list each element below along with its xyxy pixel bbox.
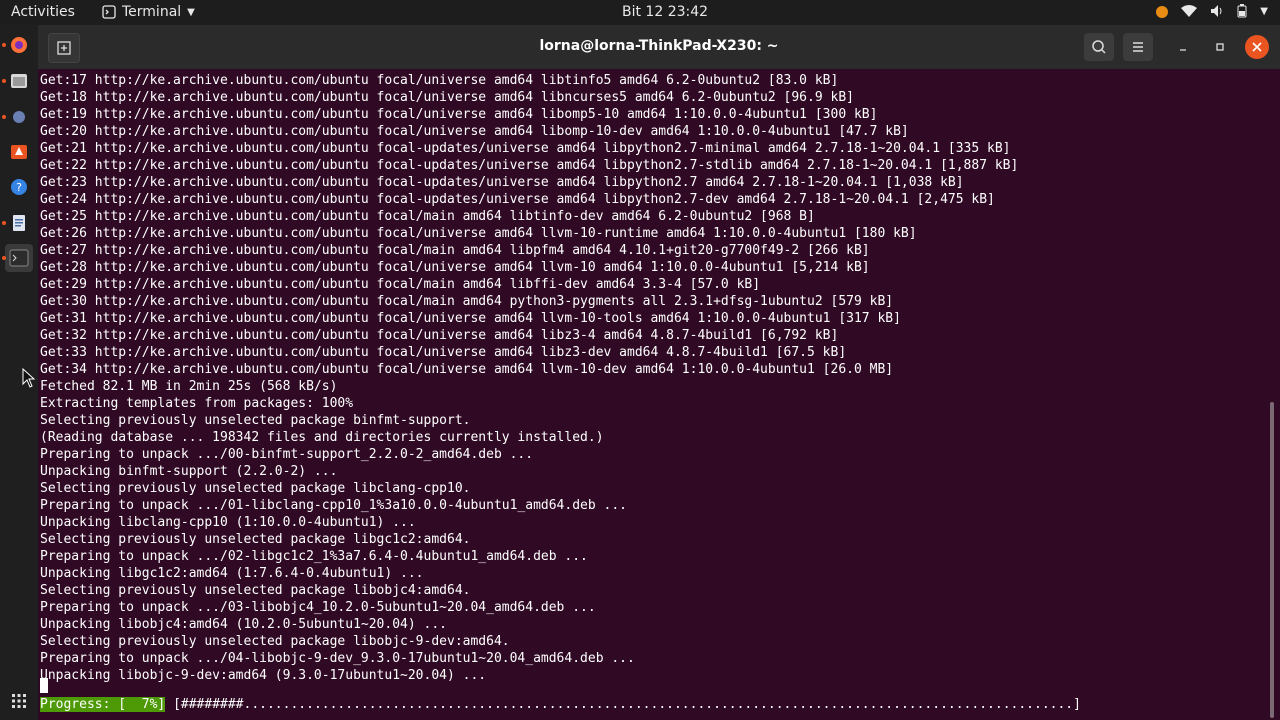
terminal-line: Selecting previously unselected package … (40, 481, 471, 496)
chevron-down-icon: ▼ (187, 6, 195, 18)
battery-icon (1237, 4, 1247, 18)
terminal-line: Get:26 http://ke.archive.ubuntu.com/ubun… (40, 226, 917, 241)
hamburger-menu-icon (1133, 42, 1143, 52)
mouse-pointer-icon (22, 368, 36, 388)
running-indicator (2, 79, 6, 83)
top-bar: Activities Terminal ▼ Bit 12 23:42 ▼ (0, 0, 1280, 25)
progress-line: Progress: [ 7%] [########...............… (40, 696, 1081, 713)
terminal-line: Preparing to unpack .../00-binfmt-suppor… (40, 447, 534, 462)
terminal-line: Get:31 http://ke.archive.ubuntu.com/ubun… (40, 311, 901, 326)
terminal-window: lorna@lorna-ThinkPad-X230: ~ Get:17 http… (38, 25, 1280, 720)
terminal-line: Preparing to unpack .../02-libgc1c2_1%3a… (40, 549, 588, 564)
terminal-line: Fetched 82.1 MB in 2min 25s (568 kB/s) (40, 379, 338, 394)
document-viewer-icon[interactable] (9, 213, 29, 233)
terminal-line: Unpacking binfmt-support (2.2.0-2) ... (40, 464, 338, 479)
text-cursor (40, 678, 48, 693)
firefox-icon[interactable] (9, 35, 29, 55)
close-button[interactable] (1245, 35, 1269, 59)
menu-button[interactable] (1123, 33, 1153, 61)
system-tray[interactable]: ▼ (1156, 4, 1268, 18)
terminal-line: Selecting previously unselected package … (40, 532, 471, 547)
maximize-icon (1216, 43, 1224, 51)
help-icon[interactable]: ? (9, 177, 29, 197)
running-indicator (2, 43, 6, 47)
close-icon (1252, 42, 1262, 52)
terminal-line: Unpacking libobjc-9-dev:amd64 (9.3.0-17u… (40, 668, 487, 683)
terminal-line: Get:18 http://ke.archive.ubuntu.com/ubun… (40, 90, 854, 105)
progress-label: Progress: [ 7%] (40, 697, 166, 712)
wifi-icon (1181, 5, 1198, 17)
running-indicator (2, 221, 6, 225)
terminal-line: Get:23 http://ke.archive.ubuntu.com/ubun… (40, 175, 964, 190)
transmission-icon[interactable] (9, 107, 29, 127)
terminal-line: Get:19 http://ke.archive.ubuntu.com/ubun… (40, 107, 878, 122)
terminal-line: Get:29 http://ke.archive.ubuntu.com/ubun… (40, 277, 761, 292)
terminal-line: Get:17 http://ke.archive.ubuntu.com/ubun… (40, 73, 839, 88)
files-icon[interactable] (9, 71, 29, 91)
search-button[interactable] (1084, 33, 1114, 61)
terminal-line: Get:27 http://ke.archive.ubuntu.com/ubun… (40, 243, 870, 258)
terminal-line: Selecting previously unselected package … (40, 583, 471, 598)
search-icon (1092, 40, 1106, 54)
app-menu[interactable]: Terminal ▼ (102, 4, 195, 20)
terminal-line: Get:25 http://ke.archive.ubuntu.com/ubun… (40, 209, 815, 224)
terminal-lines: Get:17 http://ke.archive.ubuntu.com/ubun… (40, 72, 1018, 684)
terminal-app-icon (102, 5, 116, 19)
terminal-output[interactable]: Get:17 http://ke.archive.ubuntu.com/ubun… (38, 69, 1280, 720)
notification-indicator-icon (1156, 6, 1169, 18)
terminal-line: Preparing to unpack .../04-libobjc-9-dev… (40, 651, 635, 666)
progress-bar-text: [########...............................… (173, 697, 1081, 712)
terminal-line: Get:32 http://ke.archive.ubuntu.com/ubun… (40, 328, 839, 343)
terminal-line: Selecting previously unselected package … (40, 413, 471, 428)
terminal-line: Unpacking libgc1c2:amd64 (1:7.6.4-0.4ubu… (40, 566, 424, 581)
title-bar[interactable]: lorna@lorna-ThinkPad-X230: ~ (38, 25, 1280, 69)
terminal-line: Unpacking libclang-cpp10 (1:10.0.0-4ubun… (40, 515, 416, 530)
minimize-button[interactable] (1168, 33, 1198, 61)
running-indicator (2, 256, 6, 260)
terminal-line: Preparing to unpack .../03-libobjc4_10.2… (40, 600, 596, 615)
terminal-line: Get:34 http://ke.archive.ubuntu.com/ubun… (40, 362, 894, 377)
terminal-line: Get:33 http://ke.archive.ubuntu.com/ubun… (40, 345, 847, 360)
chevron-down-icon: ▼ (1260, 5, 1268, 17)
terminal-line: Get:28 http://ke.archive.ubuntu.com/ubun… (40, 260, 870, 275)
show-applications-icon[interactable] (12, 694, 26, 708)
terminal-line: Selecting previously unselected package … (40, 634, 510, 649)
running-indicator (2, 115, 6, 119)
clock[interactable]: Bit 12 23:42 (622, 4, 708, 20)
maximize-button[interactable] (1205, 33, 1235, 61)
terminal-line: Extracting templates from packages: 100% (40, 396, 354, 411)
software-center-icon[interactable] (9, 141, 29, 161)
terminal-line: Get:22 http://ke.archive.ubuntu.com/ubun… (40, 158, 1019, 173)
terminal-line: Get:24 http://ke.archive.ubuntu.com/ubun… (40, 192, 995, 207)
terminal-line: Get:20 http://ke.archive.ubuntu.com/ubun… (40, 124, 909, 139)
terminal-icon[interactable] (9, 248, 29, 268)
terminal-line: Get:21 http://ke.archive.ubuntu.com/ubun… (40, 141, 1011, 156)
svg-text:?: ? (16, 181, 22, 194)
terminal-line: Preparing to unpack .../01-libclang-cpp1… (40, 498, 627, 513)
scrollbar[interactable] (1270, 402, 1274, 718)
volume-icon (1211, 5, 1222, 17)
app-menu-label: Terminal (122, 4, 182, 20)
terminal-line: Unpacking libobjc4:amd64 (10.2.0-5ubuntu… (40, 617, 447, 632)
minimize-icon (1180, 49, 1186, 51)
terminal-line: Get:30 http://ke.archive.ubuntu.com/ubun… (40, 294, 894, 309)
terminal-line: (Reading database ... 198342 files and d… (40, 430, 604, 445)
activities-button[interactable]: Activities (11, 4, 75, 20)
